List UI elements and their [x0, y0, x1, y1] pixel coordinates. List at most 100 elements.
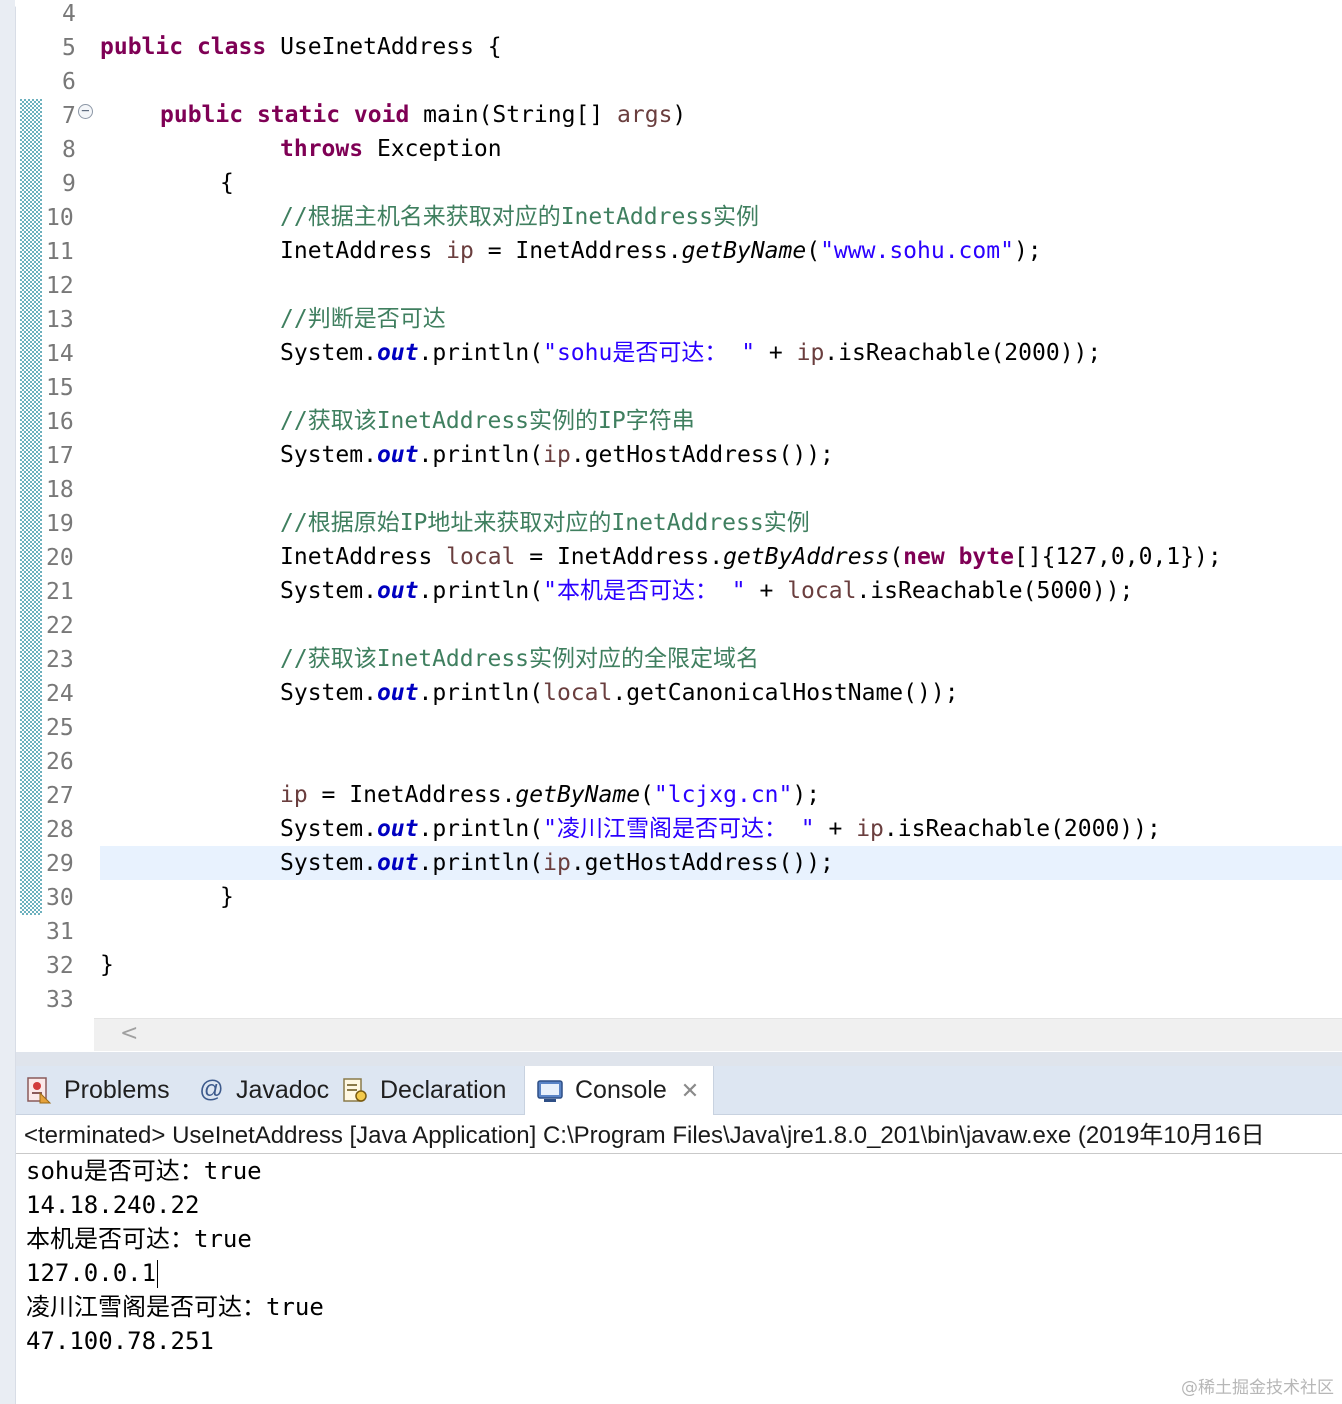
static-field: out: [376, 850, 419, 876]
quick-diff-change-ruler: [20, 99, 42, 915]
code-text: );: [792, 782, 821, 808]
code-text: .println(: [418, 850, 544, 876]
line-number: 12: [46, 273, 74, 299]
line-number: 10: [46, 205, 74, 231]
console-output-line: 凌川江雪阁是否可达：true: [26, 1293, 324, 1321]
line-number: 14: [46, 341, 74, 367]
line-number: 23: [46, 647, 74, 673]
line-number: 30: [46, 885, 74, 911]
code-text: = InetAddress.: [307, 782, 516, 808]
tab-console[interactable]: Console ✕: [524, 1066, 715, 1115]
line-number: 31: [46, 919, 74, 945]
static-method: getByAddress: [723, 544, 890, 570]
code-text: .println(: [418, 816, 544, 842]
console-output-line: 47.100.78.251: [26, 1327, 214, 1355]
static-field: out: [376, 340, 419, 366]
line-number: 6: [62, 69, 76, 95]
string-literal: "www.sohu.com": [820, 238, 1014, 264]
line-number: 17: [46, 443, 74, 469]
code-comment-19: //根据原始IP地址来获取对应的InetAddress实例: [280, 510, 810, 536]
code-text: []{127,0,0,1});: [1013, 544, 1222, 570]
code-text: (: [640, 782, 654, 808]
code-text: .isReachable(5000));: [856, 578, 1134, 604]
code-text: .println(: [418, 340, 544, 366]
tab-label: Problems: [64, 1075, 170, 1104]
close-icon[interactable]: ✕: [681, 1078, 699, 1104]
string-literal: "sohu是否可达： ": [543, 340, 756, 366]
local-variable: ip: [796, 340, 825, 366]
tab-label: Declaration: [380, 1075, 507, 1104]
keyword: public: [160, 102, 244, 128]
line-number: 8: [62, 137, 76, 163]
code-text: System.: [280, 850, 377, 876]
code-text-area[interactable]: public class UseInetAddress { public sta…: [100, 0, 1342, 1018]
javadoc-icon: @: [198, 1076, 224, 1103]
local-variable: ip: [446, 238, 474, 264]
local-variable: ip: [280, 782, 308, 808]
local-variable: local: [543, 680, 613, 706]
code-line-5: public class UseInetAddress {: [100, 30, 502, 64]
local-variable: ip: [856, 816, 884, 842]
problems-icon: [24, 1075, 54, 1105]
code-text: .isReachable(2000));: [883, 816, 1161, 842]
line-number: 18: [46, 477, 74, 503]
code-comment-16: //获取该InetAddress实例的IP字符串: [280, 408, 695, 434]
code-line-29: System.out.println(ip.getHostAddress());: [280, 846, 834, 880]
code-text: .getHostAddress());: [570, 850, 834, 876]
line-number: 4: [62, 1, 76, 27]
text-caret: [157, 1260, 159, 1288]
code-line-24: System.out.println(local.getCanonicalHos…: [280, 676, 959, 710]
collapse-icon[interactable]: −: [78, 104, 93, 119]
tab-declaration[interactable]: Declaration: [340, 1066, 506, 1114]
view-tab-bar: Problems @ Javadoc Declaration Console ✕: [16, 1066, 1342, 1115]
line-number: 20: [46, 545, 74, 571]
console-process-description: <terminated> UseInetAddress [Java Applic…: [24, 1122, 1265, 1149]
string-literal: "凌川江雪阁是否可达： ": [543, 816, 815, 842]
window-left-frame: [0, 0, 16, 1404]
tab-problems[interactable]: Problems: [24, 1066, 170, 1114]
horizontal-scrollbar[interactable]: <: [94, 1018, 1342, 1051]
tab-javadoc[interactable]: @ Javadoc: [196, 1066, 329, 1114]
code-text: );: [1013, 238, 1042, 264]
code-line-27: ip = InetAddress.getByName("lcjxg.cn");: [280, 778, 820, 812]
keyword: static: [256, 102, 341, 128]
line-number: 29: [46, 851, 74, 877]
code-line-30: }: [220, 884, 234, 910]
local-variable: ip: [543, 850, 571, 876]
line-number: 16: [46, 409, 74, 435]
local-variable: local: [446, 544, 516, 570]
code-line-11: InetAddress ip = InetAddress.getByName("…: [280, 234, 1042, 268]
scroll-left-icon[interactable]: <: [120, 1021, 138, 1046]
line-number: 11: [46, 239, 74, 265]
code-line-21: System.out.println("本机是否可达： " + local.is…: [280, 574, 1133, 608]
code-text: = InetAddress.: [473, 238, 682, 264]
code-text: main(String[]: [423, 102, 618, 128]
code-text: +: [755, 340, 797, 366]
code-text: +: [745, 578, 788, 604]
tab-label: Console: [575, 1076, 667, 1104]
line-number: 26: [46, 749, 74, 775]
code-text: .isReachable(2000));: [824, 340, 1102, 366]
code-text: .println(: [418, 442, 544, 468]
console-output-area[interactable]: <terminated> UseInetAddress [Java Applic…: [16, 1115, 1342, 1404]
code-text: UseInetAddress {: [280, 34, 502, 60]
static-method: getByName: [515, 782, 641, 808]
code-text: .println(: [418, 578, 544, 604]
code-text: System.: [280, 442, 377, 468]
local-variable: local: [787, 578, 857, 604]
code-text: (: [889, 544, 904, 570]
line-number: 15: [46, 375, 74, 401]
view-sash[interactable]: [16, 1052, 1342, 1066]
static-field: out: [376, 680, 419, 706]
parameter-name: args: [617, 102, 673, 128]
line-number: 9: [62, 171, 76, 197]
java-editor[interactable]: 4 5 6 7 8 9 10 11 12 13 14 15 16 17 18 1…: [16, 0, 1342, 1052]
keyword: byte: [958, 544, 1014, 570]
code-comment-23: //获取该InetAddress实例对应的全限定域名: [280, 646, 760, 672]
console-output-line: 本机是否可达：true: [26, 1225, 252, 1253]
tab-label: Javadoc: [236, 1075, 330, 1104]
keyword: class: [196, 34, 267, 60]
code-line-20: InetAddress local = InetAddress.getByAdd…: [280, 540, 1222, 574]
string-literal: "本机是否可达： ": [543, 578, 746, 604]
code-text: +: [814, 816, 857, 842]
